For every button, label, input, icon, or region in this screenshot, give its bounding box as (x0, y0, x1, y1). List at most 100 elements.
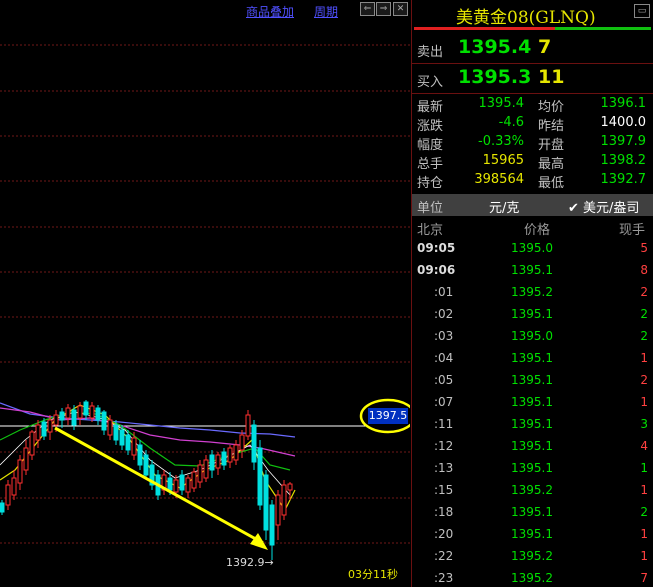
tick-price: 1395.2 (511, 483, 553, 497)
buy-volume: 11 (538, 66, 565, 88)
tick-time: :01 (434, 285, 454, 299)
ticks-header: 北京 价格 现手 (412, 218, 653, 238)
candlestick-chart[interactable]: 商品叠加 周期 ⇐ ⇒ ✕ 1397.5 1392.9→ 03分11秒 (0, 0, 410, 587)
quote-title-bar: 美黄金08(GLNQ) ▭ (412, 0, 653, 28)
stat-value: -0.33% (478, 134, 524, 149)
candle-up (65, 407, 71, 419)
candle-down (221, 451, 227, 466)
candle-up (53, 414, 59, 426)
tick-time: :18 (434, 505, 454, 519)
tick-volume: 1 (640, 527, 648, 541)
tick-time: :13 (434, 461, 454, 475)
tick-row: :12 1395.1 4 (412, 439, 653, 461)
candle-down (101, 411, 107, 431)
tick-price: 1395.1 (511, 395, 553, 409)
stat-label: 涨跌 (417, 119, 444, 134)
tick-price: 1395.0 (511, 241, 553, 255)
stat-label: 总手 (417, 157, 444, 172)
candle-up (23, 447, 29, 471)
tick-row: :03 1395.0 2 (412, 329, 653, 351)
stat-value: 1395.4 (478, 96, 525, 111)
tick-row: :15 1395.2 1 (412, 483, 653, 505)
buy-label: 买入 (417, 75, 444, 90)
tick-volume: 1 (640, 395, 648, 409)
tick-price: 1395.2 (511, 285, 553, 299)
unit-bar: 单位 元/克 ✔ 美元/盎司 (412, 194, 653, 216)
tick-row: :13 1395.1 1 (412, 461, 653, 483)
tick-row: :05 1395.1 2 (412, 373, 653, 395)
tick-price: 1395.1 (511, 351, 553, 365)
sell-volume: 7 (538, 36, 552, 58)
low-price-annotation: 1392.9→ (226, 556, 274, 569)
candle-up (275, 494, 281, 526)
tick-time: 09:06 (417, 263, 456, 277)
buy-pressure-bar (555, 27, 651, 30)
buy-row[interactable]: 买入 1395.3 11 (412, 63, 653, 93)
tick-time: :23 (434, 571, 454, 585)
current-price-tag: 1397.5 (368, 408, 408, 424)
candle-up (173, 479, 179, 493)
stat-value: 1397.9 (600, 134, 647, 149)
divider (412, 93, 653, 94)
stat-label: 最高 (538, 157, 565, 172)
candle-down (41, 421, 47, 437)
stat-label: 昨结 (538, 119, 565, 134)
stat-label: 最新 (417, 100, 444, 115)
candle-up (89, 405, 95, 419)
stat-value: 1398.2 (600, 153, 647, 168)
candle-up (203, 459, 209, 479)
tick-volume: 1 (640, 461, 648, 475)
contract-title: 美黄金08(GLNQ) (456, 8, 596, 28)
tick-price: 1395.1 (511, 439, 553, 453)
tick-volume: 7 (640, 571, 648, 585)
stat-value: 1400.0 (600, 115, 647, 130)
stat-label: 持仓 (417, 176, 444, 191)
sell-row[interactable]: 卖出 1395.4 7 (412, 33, 653, 63)
stat-value: 1396.1 (600, 96, 647, 111)
tick-volume: 2 (640, 373, 648, 387)
candle-down (59, 411, 65, 421)
stat-value: 398564 (474, 172, 524, 187)
tick-row: :01 1395.2 2 (412, 285, 653, 307)
candle-down (95, 407, 101, 421)
quote-panel: 美黄金08(GLNQ) ▭ 卖出 1395.4 7 买入 1395.3 11 最… (411, 0, 653, 587)
candle-down (83, 401, 89, 416)
tick-volume: 3 (640, 417, 648, 431)
candle-up (287, 483, 293, 491)
candle-up (215, 454, 221, 469)
trend-arrow-head (250, 533, 268, 550)
candle-up (131, 437, 137, 456)
candle-up (185, 477, 191, 493)
tick-volume: 1 (640, 549, 648, 563)
ticks-header-time: 北京 (417, 223, 444, 238)
unit-value[interactable]: 元/克 (489, 197, 519, 216)
stat-label: 开盘 (538, 138, 565, 153)
candle-down (137, 444, 143, 466)
tick-volume: 1 (640, 483, 648, 497)
candle-down (125, 434, 131, 451)
tick-time: :07 (434, 395, 454, 409)
candle-up (11, 477, 17, 496)
tick-row: 09:05 1395.0 5 (412, 241, 653, 263)
stat-label: 均价 (538, 100, 565, 115)
panel-toggle-button[interactable]: ▭ (634, 4, 650, 18)
sell-price: 1395.4 (458, 36, 532, 58)
usd-per-ounce-toggle[interactable]: ✔ 美元/盎司 (568, 197, 639, 216)
tick-time: :05 (434, 373, 454, 387)
tick-price: 1395.1 (511, 307, 553, 321)
tick-time: :03 (434, 329, 454, 343)
candle-down (209, 454, 215, 471)
tick-volume: 2 (640, 329, 648, 343)
tick-price: 1395.1 (511, 505, 553, 519)
stat-value: 1392.7 (600, 172, 647, 187)
tick-price: 1395.1 (511, 417, 553, 431)
candle-down (0, 502, 5, 513)
tick-row: :11 1395.1 3 (412, 417, 653, 439)
tick-volume: 2 (640, 285, 648, 299)
sell-label: 卖出 (417, 45, 444, 60)
candle-up (107, 419, 113, 436)
candle-down (257, 447, 263, 506)
candle-down (179, 474, 185, 491)
tick-time: :02 (434, 307, 454, 321)
ticks-header-price: 价格 (524, 223, 551, 238)
